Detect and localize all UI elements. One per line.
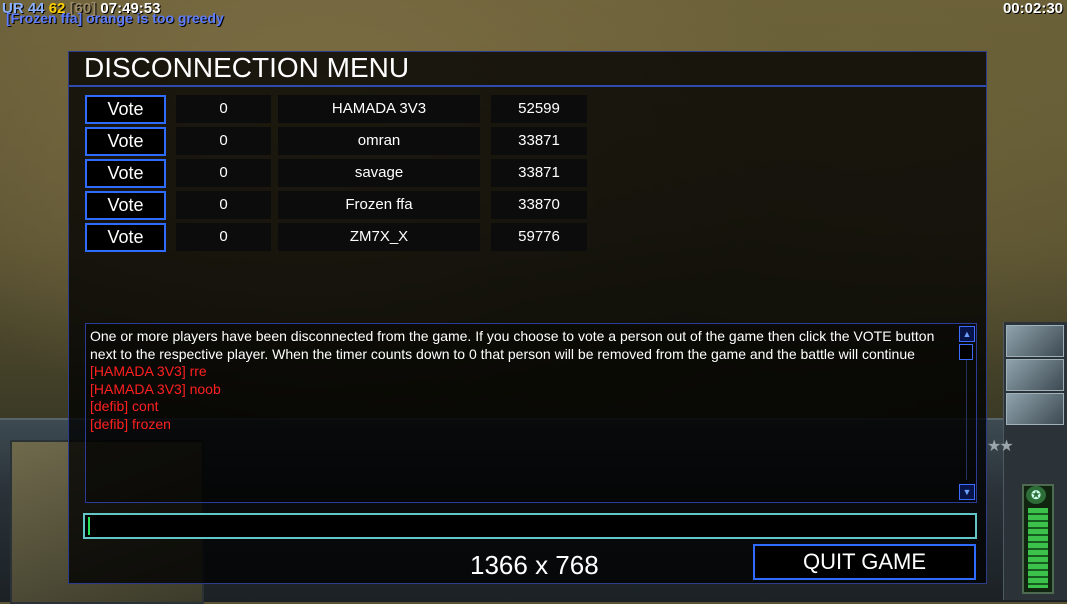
power-star-icon: ✪ <box>1026 486 1046 504</box>
chat-message: [HAMADA 3V3] noob <box>90 380 221 397</box>
scroll-down-arrow-icon[interactable]: ▼ <box>959 484 975 500</box>
vote-button[interactable]: Vote <box>85 191 166 220</box>
disconnect-timer: 52599 <box>491 95 587 123</box>
unit-tab[interactable] <box>1006 359 1064 391</box>
rank-stars-icon: ★★ <box>987 438 1014 455</box>
player-name: Frozen ffa <box>278 191 480 219</box>
vote-button[interactable]: Vote <box>85 159 166 188</box>
player-name: HAMADA 3V3 <box>278 95 480 123</box>
quit-game-button[interactable]: QUIT GAME <box>753 544 976 580</box>
scroll-track-line <box>966 360 967 480</box>
player-name: savage <box>278 159 480 187</box>
aircraft-tab[interactable] <box>1006 393 1064 425</box>
chat-message: [defib] frozen <box>90 415 171 432</box>
chat-log[interactable]: One or more players have been disconnect… <box>85 323 977 503</box>
chat-log-text: One or more players have been disconnect… <box>90 328 950 433</box>
vote-button[interactable]: Vote <box>85 127 166 156</box>
vote-count: 0 <box>176 127 271 155</box>
vote-button[interactable]: Vote <box>85 223 166 252</box>
disconnect-timer: 59776 <box>491 223 587 251</box>
vote-count: 0 <box>176 159 271 187</box>
chat-scrollbar[interactable]: ▲ ▼ <box>958 324 976 502</box>
disconnect-timer: 33871 <box>491 127 587 155</box>
chat-overlay-line: [Frozen ffa] orange is too greedy <box>6 10 224 26</box>
disconnect-timer: 33870 <box>491 191 587 219</box>
dialog-title: DISCONNECTION MENU <box>84 52 410 83</box>
text-caret <box>88 517 90 535</box>
vote-count: 0 <box>176 95 271 123</box>
chat-message: [HAMADA 3V3] rre <box>90 363 207 379</box>
chat-message: [defib] cont <box>90 398 159 414</box>
scroll-thumb[interactable] <box>959 344 973 360</box>
title-divider <box>69 85 986 87</box>
system-message: One or more players have been disconnect… <box>90 328 935 362</box>
radar-tab[interactable] <box>1006 325 1064 357</box>
vote-button[interactable]: Vote <box>85 95 166 124</box>
vote-count: 0 <box>176 223 271 251</box>
game-timer: 00:02:30 <box>1002 0 1063 17</box>
disconnect-timer: 33871 <box>491 159 587 187</box>
player-name: ZM7X_X <box>278 223 480 251</box>
vote-count: 0 <box>176 191 271 219</box>
chat-input[interactable] <box>83 513 977 539</box>
player-name: omran <box>278 127 480 155</box>
disconnection-dialog: DISCONNECTION MENU Vote 0 HAMADA 3V3 525… <box>68 51 987 584</box>
scroll-up-arrow-icon[interactable]: ▲ <box>959 326 975 342</box>
resolution-label: 1366 x 768 <box>470 550 599 580</box>
